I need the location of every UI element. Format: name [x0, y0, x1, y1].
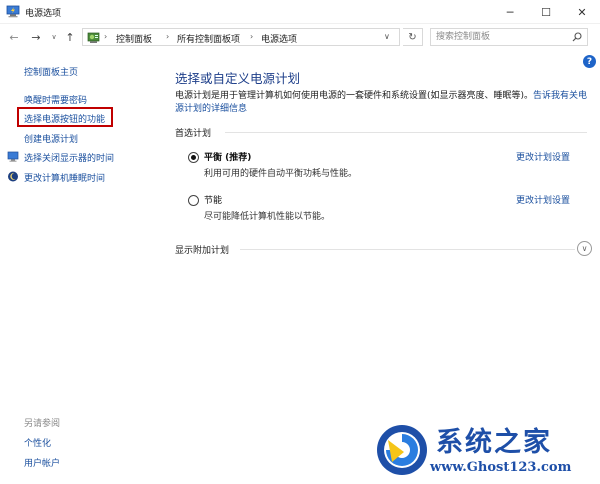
back-button[interactable]: ← [6, 29, 22, 45]
close-button[interactable]: ✕ [564, 0, 600, 24]
control-panel-icon [87, 32, 100, 43]
breadcrumb-separator: › [104, 32, 108, 41]
breadcrumb-control-panel[interactable]: 控制面板 [116, 32, 152, 45]
watermark-brand: 系统之家 [436, 427, 552, 458]
page-title: 选择或自定义电源计划 [175, 71, 301, 86]
show-additional-plans[interactable]: 显示附加计划 [175, 243, 229, 256]
breadcrumb-separator: › [250, 32, 254, 41]
preferred-plans-heading: 首选计划 [175, 129, 212, 139]
title-bar: 电源选项 ─ ☐ ✕ [0, 0, 600, 24]
plan-power-saver-radio[interactable] [188, 195, 199, 206]
expand-chevron-icon[interactable]: ∨ [577, 241, 592, 256]
forward-button[interactable]: → [28, 29, 44, 45]
sidebar-item-wake-password[interactable]: 唤醒时需要密码 [24, 93, 87, 106]
description-text: 电源计划是用于管理计算机如何使用电源的一套硬件和系统设置(如显示器亮度、睡眠等)… [175, 91, 534, 101]
sidebar-item-create-plan[interactable]: 创建电源计划 [24, 132, 78, 145]
up-button[interactable]: ↑ [62, 29, 78, 45]
plan-balanced-name[interactable]: 平衡 (推荐) [204, 150, 251, 163]
watermark-url: www.Ghost123.com [430, 460, 572, 475]
sidebar-item-display-off[interactable]: 选择关闭显示器的时间 [24, 151, 114, 164]
sidebar-item-user-accounts[interactable]: 用户帐户 [24, 456, 60, 469]
search-icon[interactable] [572, 32, 582, 42]
plan-power-saver-name[interactable]: 节能 [204, 193, 222, 206]
refresh-button[interactable]: ↻ [403, 28, 423, 46]
minimize-button[interactable]: ─ [492, 0, 528, 24]
see-also-heading: 另请参阅 [24, 419, 61, 429]
section-divider [225, 132, 587, 133]
plan-balanced-desc: 利用可用的硬件自动平衡功耗与性能。 [204, 169, 358, 179]
watermark-logo-icon [377, 425, 427, 475]
address-bar[interactable]: › 控制面板 › 所有控制面板项 › 电源选项 ∨ [82, 28, 400, 46]
sleep-moon-icon [8, 171, 18, 182]
recent-locations-button[interactable]: ∨ [46, 29, 62, 45]
display-icon [7, 151, 19, 162]
sidebar-item-control-panel-home[interactable]: 控制面板主页 [24, 65, 78, 78]
search-box[interactable] [430, 28, 588, 46]
plan-power-saver-change-link[interactable]: 更改计划设置 [516, 193, 570, 206]
plan-balanced-radio[interactable] [188, 152, 199, 163]
power-options-icon [6, 5, 20, 18]
sidebar-item-personalization[interactable]: 个性化 [24, 436, 51, 449]
page-description: 电源计划是用于管理计算机如何使用电源的一套硬件和系统设置(如显示器亮度、睡眠等)… [175, 90, 595, 116]
maximize-button[interactable]: ☐ [528, 0, 564, 24]
navigation-bar: ← → ∨ ↑ › 控制面板 › 所有控制面板项 › 电源选项 ∨ ↻ [0, 24, 600, 50]
breadcrumb-separator: › [166, 32, 170, 41]
sidebar-item-sleep-time[interactable]: 更改计算机睡眠时间 [24, 171, 105, 184]
help-icon[interactable]: ? [583, 55, 596, 68]
breadcrumb-power-options[interactable]: 电源选项 [261, 32, 297, 45]
section-divider [240, 249, 575, 250]
sidebar-item-power-button[interactable]: 选择电源按钮的功能 [24, 112, 105, 125]
plan-power-saver-desc: 尽可能降低计算机性能以节能。 [204, 212, 331, 222]
window-title: 电源选项 [25, 9, 62, 19]
sidebar: 控制面板主页 唤醒时需要密码 选择电源按钮的功能 创建电源计划 选择关闭显示器的… [0, 50, 160, 484]
search-input[interactable] [431, 29, 561, 45]
breadcrumb-all-items[interactable]: 所有控制面板项 [177, 32, 240, 45]
watermark: 系统之家 www.Ghost123.com [370, 420, 598, 482]
plan-balanced-change-link[interactable]: 更改计划设置 [516, 150, 570, 163]
address-dropdown-icon[interactable]: ∨ [384, 32, 390, 41]
